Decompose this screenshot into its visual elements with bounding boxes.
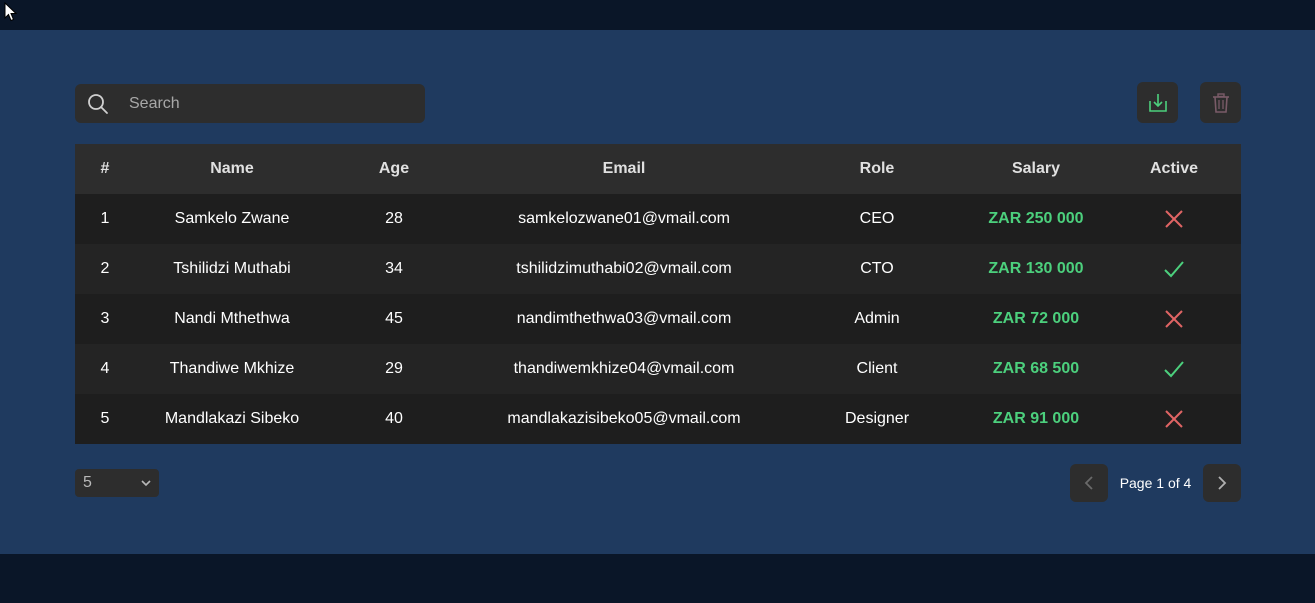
- table-row[interactable]: 1 Samkelo Zwane 28 samkelozwane01@vmail.…: [75, 194, 1241, 244]
- cell-role: CEO: [789, 194, 965, 244]
- table-row[interactable]: 3 Nandi Mthethwa 45 nandimthethwa03@vmai…: [75, 294, 1241, 344]
- cell-age: 28: [329, 194, 459, 244]
- download-button[interactable]: [1137, 82, 1178, 123]
- download-icon: [1148, 93, 1167, 112]
- previous-page-button[interactable]: [1070, 464, 1108, 502]
- check-icon: [1164, 361, 1184, 378]
- cell-age: 29: [329, 344, 459, 394]
- cell-id: 4: [75, 344, 135, 394]
- cross-icon: [1165, 410, 1183, 428]
- users-table: # Name Age Email Role Salary Active 1 Sa…: [75, 144, 1241, 444]
- table-row[interactable]: 4 Thandiwe Mkhize 29 thandiwemkhize04@vm…: [75, 344, 1241, 394]
- cell-active: [1107, 294, 1241, 344]
- cell-salary: ZAR 250 000: [965, 194, 1107, 244]
- cell-id: 5: [75, 394, 135, 444]
- search-box[interactable]: [75, 84, 425, 123]
- column-header-active[interactable]: Active: [1107, 144, 1241, 194]
- page-size-select[interactable]: 5: [75, 469, 159, 497]
- search-icon: [88, 93, 108, 114]
- cell-role: CTO: [789, 244, 965, 294]
- mouse-cursor-icon: [4, 2, 18, 22]
- cell-active: [1107, 244, 1241, 294]
- cell-salary: ZAR 72 000: [965, 294, 1107, 344]
- cell-age: 34: [329, 244, 459, 294]
- cell-salary: ZAR 91 000: [965, 394, 1107, 444]
- cell-name: Thandiwe Mkhize: [135, 344, 329, 394]
- cell-name: Mandlakazi Sibeko: [135, 394, 329, 444]
- cell-email: samkelozwane01@vmail.com: [459, 194, 789, 244]
- cross-icon: [1165, 310, 1183, 328]
- cell-name: Samkelo Zwane: [135, 194, 329, 244]
- cell-salary: ZAR 130 000: [965, 244, 1107, 294]
- cell-salary: ZAR 68 500: [965, 344, 1107, 394]
- column-header-age[interactable]: Age: [329, 144, 459, 194]
- chevron-down-icon: [141, 480, 151, 487]
- cell-email: mandlakazisibeko05@vmail.com: [459, 394, 789, 444]
- check-icon: [1164, 261, 1184, 278]
- table-row[interactable]: 5 Mandlakazi Sibeko 40 mandlakazisibeko0…: [75, 394, 1241, 444]
- cell-role: Client: [789, 344, 965, 394]
- trash-icon: [1212, 92, 1229, 113]
- cell-age: 45: [329, 294, 459, 344]
- cell-name: Tshilidzi Muthabi: [135, 244, 329, 294]
- cell-age: 40: [329, 394, 459, 444]
- page-indicator: Page 1 of 4: [1119, 475, 1192, 491]
- search-input[interactable]: [129, 88, 409, 119]
- column-header-name[interactable]: Name: [135, 144, 329, 194]
- cell-email: tshilidzimuthabi02@vmail.com: [459, 244, 789, 294]
- column-header-id[interactable]: #: [75, 144, 135, 194]
- cell-id: 3: [75, 294, 135, 344]
- cell-id: 1: [75, 194, 135, 244]
- cell-id: 2: [75, 244, 135, 294]
- column-header-email[interactable]: Email: [459, 144, 789, 194]
- cell-active: [1107, 344, 1241, 394]
- table-header-row: # Name Age Email Role Salary Active: [75, 144, 1241, 194]
- column-header-role[interactable]: Role: [789, 144, 965, 194]
- cell-role: Designer: [789, 394, 965, 444]
- column-header-salary[interactable]: Salary: [965, 144, 1107, 194]
- next-page-button[interactable]: [1203, 464, 1241, 502]
- chevron-right-icon: [1218, 476, 1227, 490]
- cross-icon: [1165, 210, 1183, 228]
- cell-email: thandiwemkhize04@vmail.com: [459, 344, 789, 394]
- main-panel: # Name Age Email Role Salary Active 1 Sa…: [0, 30, 1315, 554]
- page-size-value: 5: [83, 474, 92, 491]
- cell-role: Admin: [789, 294, 965, 344]
- cell-email: nandimthethwa03@vmail.com: [459, 294, 789, 344]
- cell-name: Nandi Mthethwa: [135, 294, 329, 344]
- cell-active: [1107, 194, 1241, 244]
- table-row[interactable]: 2 Tshilidzi Muthabi 34 tshilidzimuthabi0…: [75, 244, 1241, 294]
- cell-active: [1107, 394, 1241, 444]
- chevron-left-icon: [1084, 476, 1093, 490]
- delete-button[interactable]: [1200, 82, 1241, 123]
